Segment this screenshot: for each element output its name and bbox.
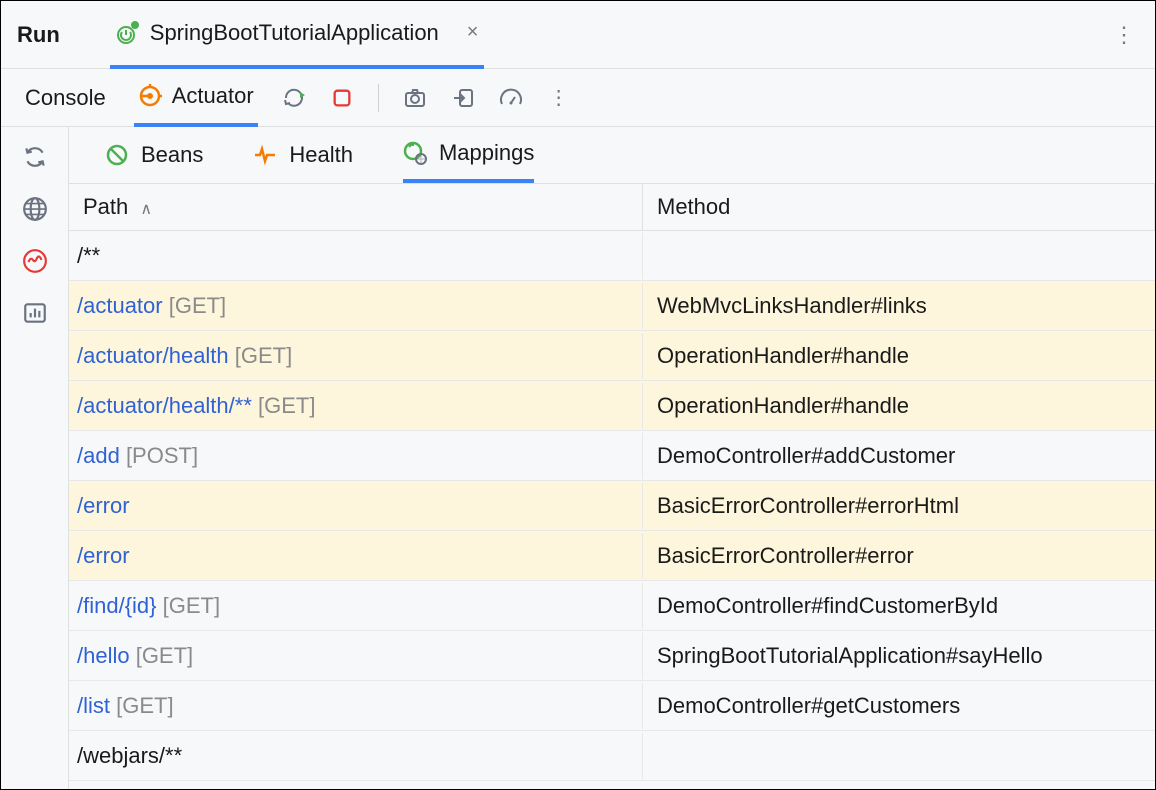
export-icon[interactable] (451, 86, 475, 110)
run-config-tab[interactable]: SpringBootTutorialApplication × (110, 1, 485, 69)
rerun-icon[interactable] (282, 86, 306, 110)
cell-path: /actuator [GET] (69, 283, 643, 329)
cell-method (643, 746, 1155, 766)
cell-method: BasicErrorController#errorHtml (643, 483, 1155, 529)
column-header-path[interactable]: Path ∧ (69, 184, 643, 230)
console-tab-label: Console (25, 85, 106, 111)
more-toolbar-icon[interactable]: ⋮ (547, 86, 571, 110)
globe-icon[interactable] (21, 195, 49, 223)
beans-tab[interactable]: Beans (105, 127, 203, 183)
actuator-tab[interactable]: Actuator (134, 69, 258, 127)
health-tab[interactable]: Health (253, 127, 353, 183)
table-row[interactable]: /actuator/health/** [GET]OperationHandle… (69, 381, 1155, 431)
table-body: /**/actuator [GET]WebMvcLinksHandler#lin… (69, 231, 1155, 781)
cell-path: /webjars/** (69, 733, 643, 779)
column-header-method-label: Method (657, 194, 730, 219)
cell-path: /actuator/health/** [GET] (69, 383, 643, 429)
beans-tab-label: Beans (141, 142, 203, 168)
metrics-icon[interactable] (21, 247, 49, 275)
mapping-path[interactable]: /actuator/health (77, 343, 229, 368)
column-header-method[interactable]: Method (643, 184, 1155, 230)
http-verb: [GET] (110, 693, 174, 718)
left-rail (1, 127, 69, 789)
beans-icon (105, 143, 129, 167)
mapping-path[interactable]: /error (77, 493, 130, 518)
cell-path: /list [GET] (69, 683, 643, 729)
table-row[interactable]: /list [GET]DemoController#getCustomers (69, 681, 1155, 731)
inner-tabs: Beans Health (69, 127, 1155, 183)
http-verb: [POST] (120, 443, 198, 468)
mapping-path[interactable]: /list (77, 693, 110, 718)
mapping-path[interactable]: /actuator/health/** (77, 393, 252, 418)
run-label: Run (17, 22, 60, 48)
sub-bar: Console Actuator (1, 69, 1155, 127)
actuator-tab-label: Actuator (172, 83, 254, 109)
refresh-icon[interactable] (21, 143, 49, 171)
table-row[interactable]: /hello [GET]SpringBootTutorialApplicatio… (69, 631, 1155, 681)
http-verb: [GET] (163, 293, 227, 318)
table-row[interactable]: /actuator [GET]WebMvcLinksHandler#links (69, 281, 1155, 331)
mapping-path[interactable]: /find/{id} (77, 593, 157, 618)
cell-path: /actuator/health [GET] (69, 333, 643, 379)
http-verb: [GET] (229, 343, 293, 368)
mapping-path[interactable]: /error (77, 543, 130, 568)
mappings-tab-label: Mappings (439, 140, 534, 166)
mapping-path[interactable]: /actuator (77, 293, 163, 318)
top-bar: Run SpringBootTutorialApplication × ⋮ (1, 1, 1155, 69)
console-tab[interactable]: Console (21, 69, 110, 127)
health-tab-label: Health (289, 142, 353, 168)
mappings-tab[interactable]: Mappings (403, 127, 534, 183)
cell-path: /find/{id} [GET] (69, 583, 643, 629)
http-verb: [GET] (130, 643, 194, 668)
mapping-path[interactable]: /hello (77, 643, 130, 668)
cell-method: DemoController#getCustomers (643, 683, 1155, 729)
cell-method: WebMvcLinksHandler#links (643, 283, 1155, 329)
cell-method: DemoController#findCustomerById (643, 583, 1155, 629)
table-row[interactable]: /error BasicErrorController#errorHtml (69, 481, 1155, 531)
cell-method: SpringBootTutorialApplication#sayHello (643, 633, 1155, 679)
toolbar-divider (378, 84, 379, 112)
cell-method: OperationHandler#handle (643, 383, 1155, 429)
column-header-path-label: Path (83, 194, 128, 219)
actuator-icon (138, 84, 162, 108)
mappings-icon (403, 141, 427, 165)
table-row[interactable]: /webjars/** (69, 731, 1155, 781)
cell-method: BasicErrorController#error (643, 533, 1155, 579)
spring-run-icon (116, 21, 140, 45)
cell-method: OperationHandler#handle (643, 333, 1155, 379)
more-options-icon[interactable]: ⋮ (1113, 22, 1135, 48)
sort-asc-icon: ∧ (140, 201, 152, 218)
table-row[interactable]: /find/{id} [GET]DemoController#findCusto… (69, 581, 1155, 631)
http-verb: [GET] (157, 593, 221, 618)
cell-method: DemoController#addCustomer (643, 433, 1155, 479)
health-icon (253, 143, 277, 167)
gauge-icon[interactable] (499, 86, 523, 110)
chart-icon[interactable] (21, 299, 49, 327)
cell-path: /error (69, 483, 643, 529)
table-header: Path ∧ Method (69, 183, 1155, 231)
http-verb: [GET] (252, 393, 316, 418)
mapping-path: /webjars/** (77, 743, 182, 768)
cell-path: /hello [GET] (69, 633, 643, 679)
content-area: Beans Health (69, 127, 1155, 789)
cell-path: /** (69, 233, 643, 279)
table-row[interactable]: /error BasicErrorController#error (69, 531, 1155, 581)
cell-path: /add [POST] (69, 433, 643, 479)
camera-icon[interactable] (403, 86, 427, 110)
main-area: Beans Health (1, 127, 1155, 789)
table-row[interactable]: /actuator/health [GET]OperationHandler#h… (69, 331, 1155, 381)
mapping-path: /** (77, 243, 100, 268)
run-config-label: SpringBootTutorialApplication (150, 20, 439, 46)
mapping-path[interactable]: /add (77, 443, 120, 468)
close-tab-icon[interactable]: × (467, 21, 479, 44)
table-row[interactable]: /add [POST]DemoController#addCustomer (69, 431, 1155, 481)
cell-method (643, 246, 1155, 266)
table-row[interactable]: /** (69, 231, 1155, 281)
stop-icon[interactable] (330, 86, 354, 110)
cell-path: /error (69, 533, 643, 579)
